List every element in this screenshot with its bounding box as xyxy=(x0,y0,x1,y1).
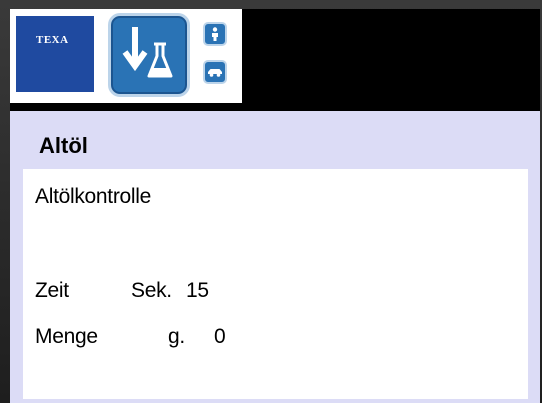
quantity-label: Menge xyxy=(35,325,98,348)
oil-drain-flask-icon[interactable] xyxy=(108,13,190,97)
car-icon[interactable] xyxy=(203,60,227,84)
texa-logo: TEXA xyxy=(16,16,94,92)
logo-panel: TEXA xyxy=(10,9,242,103)
time-label: Zeit xyxy=(35,279,69,302)
time-value: 15 xyxy=(186,279,209,302)
person-icon[interactable] xyxy=(203,22,227,46)
quantity-unit: g. xyxy=(168,325,185,348)
screen: TEXA Altöl Altölkontrolle Zeit Sek. 15 M… xyxy=(10,9,540,403)
info-panel: Altölkontrolle Zeit Sek. 15 Menge g. 0 xyxy=(23,169,528,399)
quantity-value: 0 xyxy=(214,325,226,348)
page-title: Altöl xyxy=(39,133,88,158)
brand-label: TEXA xyxy=(36,34,69,46)
content-area: Altöl Altölkontrolle Zeit Sek. 15 Menge … xyxy=(10,111,540,403)
panel-subtitle: Altölkontrolle xyxy=(35,185,152,208)
time-unit: Sek. xyxy=(131,279,172,302)
header-bar: TEXA xyxy=(10,9,540,111)
